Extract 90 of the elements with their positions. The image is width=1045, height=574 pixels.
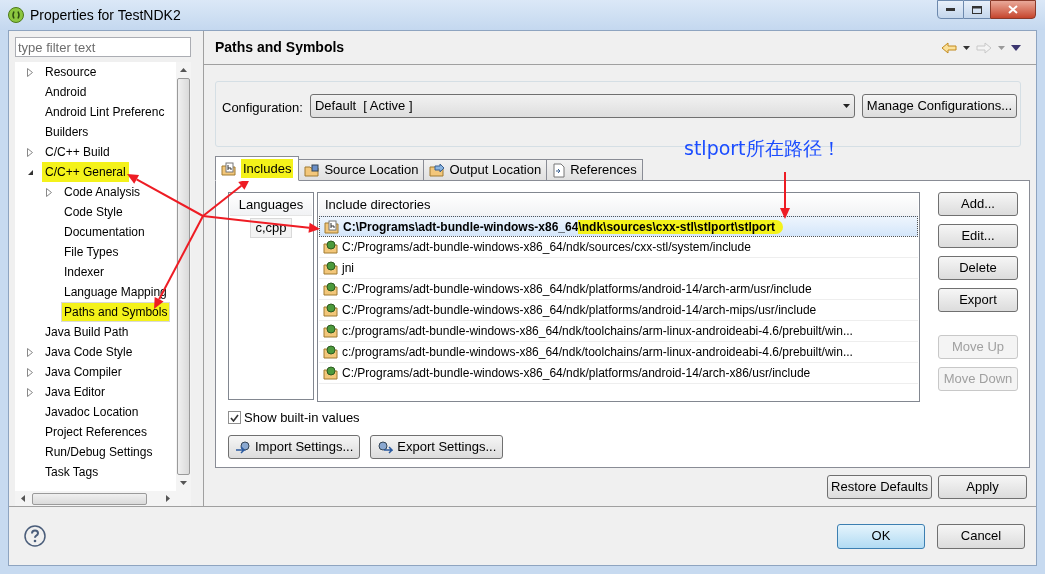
tree-item[interactable]: Task Tags <box>42 462 102 482</box>
tree-item[interactable]: Javadoc Location <box>42 402 142 422</box>
filter-field[interactable]: type filter text <box>15 37 191 57</box>
restore-defaults-button[interactable]: Restore Defaults <box>827 475 932 499</box>
scroll-up-icon[interactable] <box>180 68 187 72</box>
tree-item[interactable]: Documentation <box>61 222 148 242</box>
scroll-right-icon[interactable] <box>166 495 170 502</box>
library-folder-icon <box>323 345 339 359</box>
checkbox-label: Show built-in values <box>244 409 360 427</box>
apply-button[interactable]: Apply <box>938 475 1027 499</box>
collapsed-triangle-icon[interactable] <box>27 67 33 77</box>
tree-item[interactable]: Java Editor <box>42 382 109 402</box>
page-title: Paths and Symbols <box>215 38 345 57</box>
maximize-button[interactable] <box>964 0 990 19</box>
settings-button[interactable]: Export Settings... <box>370 434 504 459</box>
tree-item[interactable]: Android <box>42 82 90 102</box>
configuration-dropdown[interactable]: Default [ Active ] <box>309 94 855 118</box>
include-path-row[interactable]: jni <box>319 258 918 279</box>
header-file-folder-icon <box>324 219 340 234</box>
tree-item[interactable]: Resource <box>42 62 100 82</box>
checkbox[interactable] <box>228 411 241 425</box>
settings-button[interactable]: Import Settings... <box>228 434 361 459</box>
tree-item[interactable]: Paths and Symbols <box>61 302 171 322</box>
library-folder-icon <box>323 324 339 338</box>
check-icon <box>230 413 239 422</box>
collapsed-triangle-icon[interactable] <box>27 387 33 397</box>
import-gear-icon <box>235 439 251 454</box>
library-folder-icon <box>323 282 339 296</box>
list-action-button[interactable]: Add... <box>938 192 1018 216</box>
tree-item[interactable]: C/C++ General <box>42 162 129 182</box>
close-icon <box>1008 5 1018 14</box>
configuration-label: Configuration: <box>222 99 303 117</box>
collapsed-triangle-icon[interactable] <box>27 367 33 377</box>
tree-item[interactable]: Code Analysis <box>61 182 144 202</box>
list-action-button[interactable]: Export <box>938 288 1018 312</box>
caret-icon <box>842 104 850 108</box>
reference-page-icon <box>552 162 567 178</box>
collapsed-triangle-icon[interactable] <box>27 347 33 357</box>
dropdown-caret-icon[interactable] <box>963 45 970 50</box>
tree-item[interactable]: Builders <box>42 122 92 142</box>
tree-item[interactable]: Project References <box>42 422 151 442</box>
collapsed-triangle-icon[interactable] <box>46 187 52 197</box>
dialog-button[interactable]: Cancel <box>937 523 1025 549</box>
manage-configurations-button[interactable]: Manage Configurations... <box>861 94 1017 118</box>
tree-item[interactable]: C/C++ Build <box>42 142 113 162</box>
source-folder-icon <box>304 163 321 177</box>
tab[interactable]: Includes <box>215 156 300 181</box>
expanded-triangle-icon[interactable] <box>27 168 34 176</box>
close-button[interactable] <box>990 0 1036 19</box>
help-icon[interactable] <box>24 525 46 547</box>
tree-item[interactable]: Indexer <box>61 262 108 282</box>
include-path-row[interactable]: c:/programs/adt-bundle-windows-x86_64/ndk/toolchains/arm-linux-androideabi-4.6/prebuilt/win... <box>319 321 918 342</box>
window-title: Properties for TestNDK2 <box>30 5 181 25</box>
tree-item[interactable]: File Types <box>61 242 122 262</box>
tab[interactable]: References <box>546 159 643 181</box>
include-path-row[interactable]: C:/Programs/adt-bundle-windows-x86_64/ndk/platforms/android-14/arch-mips/usr/include <box>319 300 918 321</box>
vertical-scrollbar[interactable] <box>176 62 191 491</box>
horizontal-scrollbar[interactable] <box>15 491 191 506</box>
include-path-row[interactable]: c:/programs/adt-bundle-windows-x86_64/ndk/toolchains/arm-linux-androideabi-4.6/prebuilt/win... <box>319 342 918 363</box>
scroll-left-icon[interactable] <box>21 495 25 502</box>
maximize-icon <box>972 5 982 14</box>
library-folder-icon <box>323 303 339 317</box>
minimize-icon <box>946 8 955 11</box>
tree-item[interactable]: Code Style <box>61 202 126 222</box>
minimize-button[interactable] <box>937 0 964 19</box>
collapsed-triangle-icon[interactable] <box>27 147 33 157</box>
view-menu-icon[interactable] <box>1011 44 1021 51</box>
tree-item[interactable]: Java Build Path <box>42 322 132 342</box>
output-folder-icon <box>429 163 446 177</box>
export-gear-icon <box>377 439 394 454</box>
list-action-button[interactable]: Edit... <box>938 224 1018 248</box>
tab[interactable]: Source Location <box>298 159 425 181</box>
scroll-down-icon[interactable] <box>180 481 187 485</box>
tree-item[interactable]: Run/Debug Settings <box>42 442 156 462</box>
tree-item[interactable]: Android Lint Preferenc <box>42 102 168 122</box>
tab[interactable]: Output Location <box>423 159 548 181</box>
tree-item[interactable]: Java Compiler <box>42 362 125 382</box>
dialog-button[interactable]: OK <box>837 523 925 549</box>
library-folder-icon <box>323 261 339 275</box>
header-file-folder-icon <box>221 161 237 176</box>
annotation-text: stlport所在路径！ <box>684 136 841 161</box>
include-path-row[interactable]: C:/Programs/adt-bundle-windows-x86_64/ndk/platforms/android-14/arch-arm/usr/include <box>319 279 918 300</box>
list-action-button[interactable]: Delete <box>938 256 1018 280</box>
include-path-row[interactable]: C:/Programs/adt-bundle-windows-x86_64/ndk/sources/cxx-stl/system/include <box>319 237 918 258</box>
app-logo-icon <box>8 7 24 23</box>
library-folder-icon <box>323 366 339 380</box>
tree-item[interactable]: Java Code Style <box>42 342 136 362</box>
arrow <box>780 171 790 219</box>
include-path-row[interactable]: C:/Programs/adt-bundle-windows-x86_64/ndk/platforms/android-14/arch-x86/usr/include <box>319 363 918 384</box>
library-folder-icon <box>323 240 339 254</box>
